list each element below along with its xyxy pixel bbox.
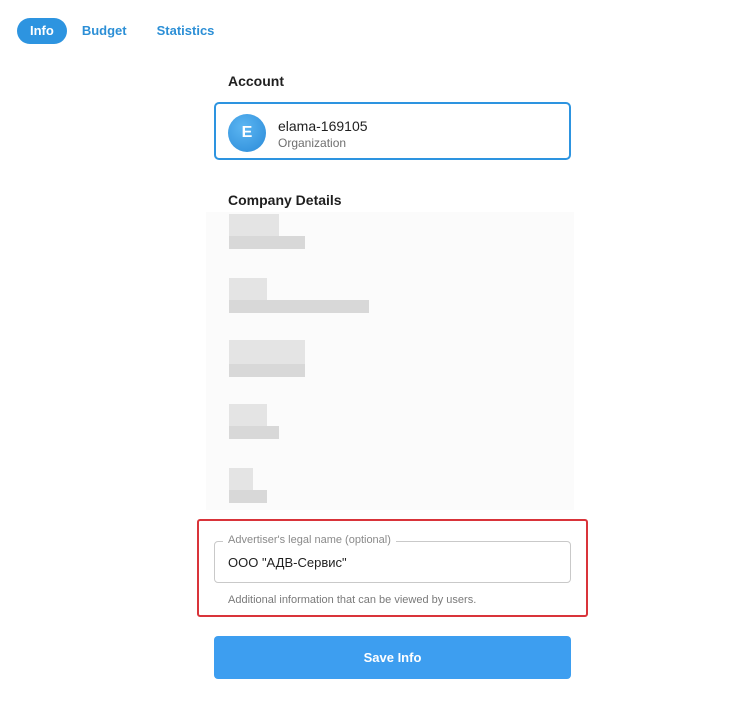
legal-name-helper: Additional information that can be viewe… — [228, 594, 477, 606]
company-details-title: Company Details — [228, 192, 342, 208]
account-section-title: Account — [228, 73, 284, 89]
account-type: Organization — [278, 136, 347, 150]
legal-name-input[interactable] — [228, 555, 548, 570]
legal-name-label: Advertiser's legal name (optional) — [223, 534, 396, 546]
account-name: elama-169105 — [278, 118, 368, 134]
tab-bar: Info Budget Statistics — [17, 18, 229, 44]
save-info-button[interactable]: Save Info — [214, 636, 571, 679]
avatar: E — [228, 114, 266, 152]
tab-budget[interactable]: Budget — [67, 18, 142, 44]
tab-statistics[interactable]: Statistics — [142, 18, 230, 44]
tab-info[interactable]: Info — [17, 18, 67, 44]
legal-name-field[interactable]: Advertiser's legal name (optional) — [214, 534, 571, 583]
account-card[interactable]: E elama-169105 Organization — [214, 102, 571, 160]
